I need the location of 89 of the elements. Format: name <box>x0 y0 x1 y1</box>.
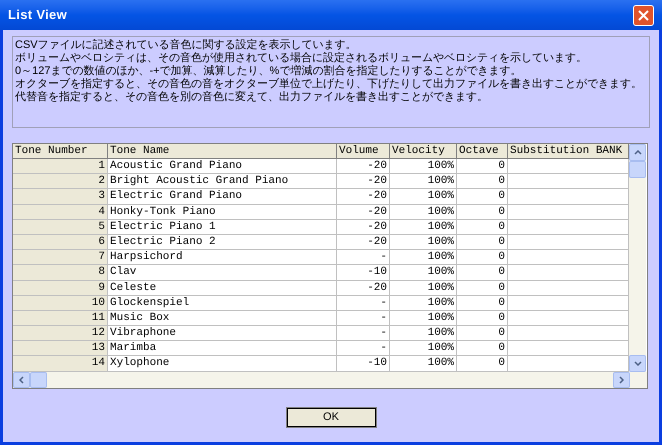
table-cell: -20 <box>337 220 390 235</box>
table-cell: 0 <box>457 250 508 266</box>
table-cell: - <box>337 341 390 356</box>
table-cell: Celeste <box>108 280 337 296</box>
scroll-right-icon[interactable] <box>613 372 630 388</box>
column-header[interactable]: Tone Number <box>13 144 108 159</box>
row-number-cell: 9 <box>13 280 108 296</box>
table-cell: 100% <box>390 265 457 280</box>
window-title: List View <box>8 6 68 24</box>
row-number-cell: 3 <box>13 189 108 205</box>
scroll-left-icon[interactable] <box>13 372 30 388</box>
close-icon <box>638 10 649 20</box>
table-cell: 0 <box>457 220 508 235</box>
row-number-cell: 4 <box>13 204 108 220</box>
description-line: CSVファイルに記述されている音色に関する設定を表示しています。 <box>15 39 358 52</box>
description-line: ボリュームやベロシティは、その音色が使用されている場合に設定されるボリュームやベロシティを示しています。 <box>15 52 588 64</box>
row-number-cell: 7 <box>13 250 108 266</box>
table-cell: -10 <box>337 265 390 280</box>
table-cell: -20 <box>337 204 390 220</box>
table-cell: 100% <box>390 296 457 311</box>
ok-button[interactable]: OK <box>286 408 376 427</box>
table-cell: -20 <box>337 189 390 205</box>
scroll-thumb[interactable] <box>30 372 47 388</box>
row-number-cell: 8 <box>13 265 108 280</box>
table-cell: Music Box <box>108 310 337 326</box>
table-cell: -20 <box>337 174 390 190</box>
table-cell: 100% <box>390 234 457 250</box>
table-cell: 100% <box>390 220 457 235</box>
table-cell: Acoustic Grand Piano <box>108 159 337 174</box>
table-cell: 100% <box>390 204 457 220</box>
row-number-cell: 11 <box>13 310 108 326</box>
close-button[interactable] <box>633 4 654 26</box>
table-cell: 0 <box>457 234 508 250</box>
table-cell: -20 <box>337 159 390 174</box>
horizontal-scrollbar[interactable] <box>13 372 647 388</box>
column-header[interactable]: Velocity <box>390 144 457 159</box>
table-cell: Harpsichord <box>108 250 337 266</box>
table-cell: Electric Piano 2 <box>108 234 337 250</box>
table-cell: 100% <box>390 250 457 266</box>
table-cell: 0 <box>457 310 508 326</box>
table-cell: 0 <box>457 265 508 280</box>
table-cell: - <box>337 310 390 326</box>
table-cell: 100% <box>390 174 457 190</box>
vertical-scrollbar[interactable] <box>629 144 646 372</box>
table-cell: 0 <box>457 159 508 174</box>
row-number-cell: 6 <box>13 234 108 250</box>
table-cell: Vibraphone <box>108 326 337 342</box>
row-number-cell: 1 <box>13 159 108 174</box>
table-cell: 0 <box>457 296 508 311</box>
table-cell: -20 <box>337 234 390 250</box>
table-cell: Clav <box>108 265 337 280</box>
column-header[interactable]: Tone Name <box>108 144 337 159</box>
table-cell: - <box>337 250 390 266</box>
table-cell: 0 <box>457 280 508 296</box>
column-header[interactable]: Substitution BANK <box>508 144 629 159</box>
column-header[interactable]: Volume <box>337 144 390 159</box>
table-cell: 0 <box>457 326 508 342</box>
table-cell: -20 <box>337 280 390 296</box>
scroll-thumb[interactable] <box>629 161 646 178</box>
scroll-up-icon[interactable] <box>629 144 646 161</box>
table-cell: 100% <box>390 326 457 342</box>
table-cell: Honky-Tonk Piano <box>108 204 337 220</box>
description-line: オクターブを指定すると、その音色の音をオクターブ単位で上げたり、下げたりして出力ファイルを書き出すことができます。 <box>15 78 643 90</box>
description-line: 代替音を指定すると、その音色を別の音色に変えて、出力ファイルを書き出すことができます。 <box>15 91 489 104</box>
row-number-cell: 10 <box>13 296 108 311</box>
table-cell: - <box>337 296 390 311</box>
table-cell: - <box>337 326 390 342</box>
row-number-cell: 5 <box>13 220 108 235</box>
table-cell: 0 <box>457 189 508 205</box>
table-cell: 100% <box>390 280 457 296</box>
table-cell: Marimba <box>108 341 337 356</box>
table-cell: 100% <box>390 189 457 205</box>
scroll-down-icon[interactable] <box>629 354 646 372</box>
table-cell: 100% <box>390 310 457 326</box>
row-number-cell: 12 <box>13 326 108 342</box>
table-cell: Glockenspiel <box>108 296 337 311</box>
table-cell: 100% <box>390 341 457 356</box>
table-cell: 0 <box>457 174 508 190</box>
table-cell: Electric Piano 1 <box>108 220 337 235</box>
row-number-cell: 13 <box>13 341 108 356</box>
column-header[interactable]: Octave <box>457 144 508 159</box>
table-cell: 0 <box>457 204 508 220</box>
description-line: 0～127までの数値のほか、-+で加算、減算したり、%で増減の割合を指定したりすることができます。 <box>15 65 522 78</box>
row-number-cell: 2 <box>13 174 108 190</box>
table-cell: 0 <box>457 341 508 356</box>
table-cell: 100% <box>390 159 457 174</box>
table-cell: Bright Acoustic Grand Piano <box>108 174 337 190</box>
row-number-cell: 14 <box>13 356 108 372</box>
table-cell: Electric Grand Piano <box>108 189 337 205</box>
